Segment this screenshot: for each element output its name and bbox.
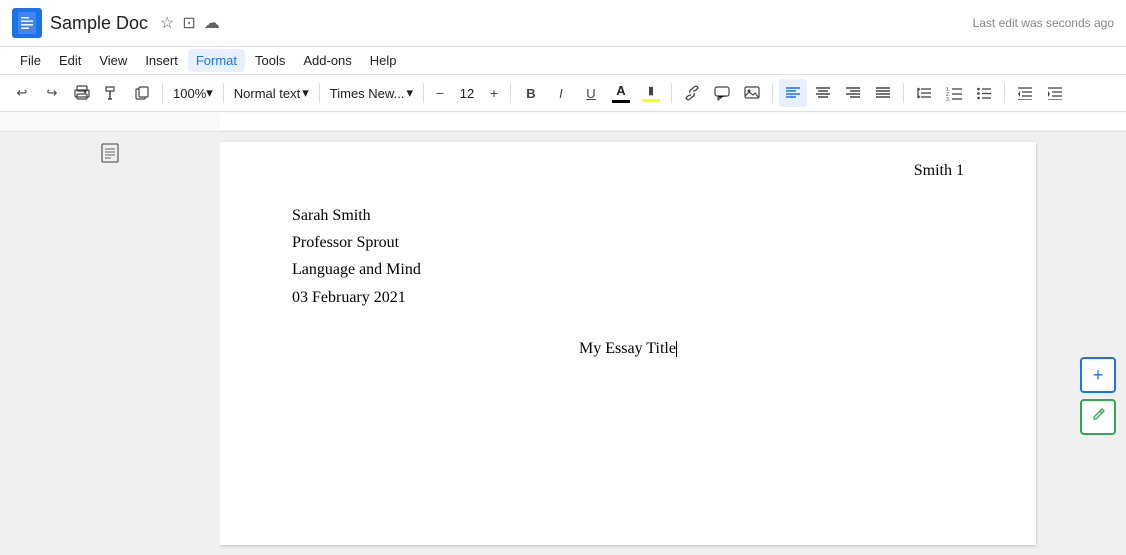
ruler (0, 112, 1126, 132)
separator-3 (319, 83, 320, 103)
insert-link-button[interactable] (678, 79, 706, 107)
align-right-button[interactable] (839, 79, 867, 107)
add-comment-button[interactable]: + (1080, 357, 1116, 393)
insert-comment-button[interactable] (708, 79, 736, 107)
document-page[interactable]: Smith 1 Sarah Smith Professor Sprout Lan… (220, 142, 1036, 545)
decrease-indent-button[interactable] (1011, 79, 1039, 107)
ruler-inner (220, 113, 1126, 131)
insert-image-button[interactable] (738, 79, 766, 107)
separator-6 (671, 83, 672, 103)
unordered-list-button[interactable] (970, 79, 998, 107)
menu-view[interactable]: View (91, 49, 135, 72)
edit-icon (1089, 406, 1107, 429)
sidebar-left (0, 132, 220, 555)
line-spacing-button[interactable] (910, 79, 938, 107)
align-center-button[interactable] (809, 79, 837, 107)
zoom-select[interactable]: 100% ▾ (169, 79, 217, 107)
date-line: 03 February 2021 (292, 284, 964, 311)
underline-button[interactable]: U (577, 79, 605, 107)
page-header: Smith 1 (914, 162, 964, 180)
font-size-input[interactable] (452, 86, 482, 101)
title-icons: ☆ ⊡ ☁ (160, 13, 220, 33)
course-name: Language and Mind (292, 256, 964, 283)
edit-suggestion-button[interactable] (1080, 399, 1116, 435)
menu-file[interactable]: File (12, 49, 49, 72)
align-justify-button[interactable] (869, 79, 897, 107)
text-color-button[interactable]: A (607, 79, 635, 107)
app-icon (12, 8, 42, 38)
font-value: Times New... (330, 86, 405, 101)
font-size-wrap: − + (430, 81, 504, 105)
font-select[interactable]: Times New... ▾ (326, 79, 417, 107)
redo-button[interactable]: ↪ (38, 79, 66, 107)
doc-title[interactable]: Sample Doc (50, 13, 148, 34)
separator-7 (772, 83, 773, 103)
separator-4 (423, 83, 424, 103)
page-content[interactable]: Sarah Smith Professor Sprout Language an… (292, 202, 964, 362)
print-button[interactable] (68, 79, 96, 107)
page-area: Smith 1 Sarah Smith Professor Sprout Lan… (220, 132, 1126, 555)
separator-8 (903, 83, 904, 103)
italic-button[interactable]: I (547, 79, 575, 107)
right-actions: + (1080, 357, 1116, 435)
essay-title: My Essay Title (292, 335, 964, 362)
svg-text:3.: 3. (946, 97, 950, 101)
undo-button[interactable]: ↩ (8, 79, 36, 107)
author-name: Sarah Smith (292, 202, 964, 229)
main-area: Smith 1 Sarah Smith Professor Sprout Lan… (0, 132, 1126, 555)
ordered-list-button[interactable]: 1.2.3. (940, 79, 968, 107)
menu-format[interactable]: Format (188, 49, 245, 72)
professor-name: Professor Sprout (292, 229, 964, 256)
folder-icon[interactable]: ⊡ (182, 13, 195, 33)
menu-tools[interactable]: Tools (247, 49, 293, 72)
text-cursor (676, 341, 677, 357)
align-left-button[interactable] (779, 79, 807, 107)
add-icon: + (1093, 365, 1104, 386)
title-bar: Sample Doc ☆ ⊡ ☁ Last edit was seconds a… (0, 0, 1126, 47)
font-size-increase[interactable]: + (484, 83, 504, 103)
menu-addons[interactable]: Add-ons (295, 49, 359, 72)
separator-1 (162, 83, 163, 103)
menu-bar: File Edit View Insert Format Tools Add-o… (0, 47, 1126, 75)
menu-edit[interactable]: Edit (51, 49, 89, 72)
menu-insert[interactable]: Insert (137, 49, 186, 72)
sidebar-doc-icon[interactable] (99, 142, 121, 170)
increase-indent-button[interactable] (1041, 79, 1069, 107)
menu-help[interactable]: Help (362, 49, 405, 72)
last-edit: Last edit was seconds ago (973, 16, 1114, 30)
style-arrow: ▾ (302, 85, 309, 101)
zoom-value: 100% (173, 86, 206, 101)
zoom-arrow: ▾ (206, 85, 213, 101)
paint-format-button[interactable] (98, 79, 126, 107)
bold-button[interactable]: B (517, 79, 545, 107)
separator-9 (1004, 83, 1005, 103)
font-size-decrease[interactable]: − (430, 83, 450, 103)
header-text: Smith 1 (914, 162, 964, 179)
style-value: Normal text (234, 86, 300, 101)
style-select[interactable]: Normal text ▾ (230, 79, 313, 107)
cloud-icon[interactable]: ☁ (204, 13, 220, 33)
toolbar: ↩ ↪ 100% ▾ Normal text ▾ Times New... ▾ … (0, 75, 1126, 112)
font-arrow: ▾ (406, 85, 413, 101)
highlight-button[interactable]: ▮ (637, 79, 665, 107)
separator-2 (223, 83, 224, 103)
separator-5 (510, 83, 511, 103)
clone-button[interactable] (128, 79, 156, 107)
star-icon[interactable]: ☆ (160, 13, 174, 33)
